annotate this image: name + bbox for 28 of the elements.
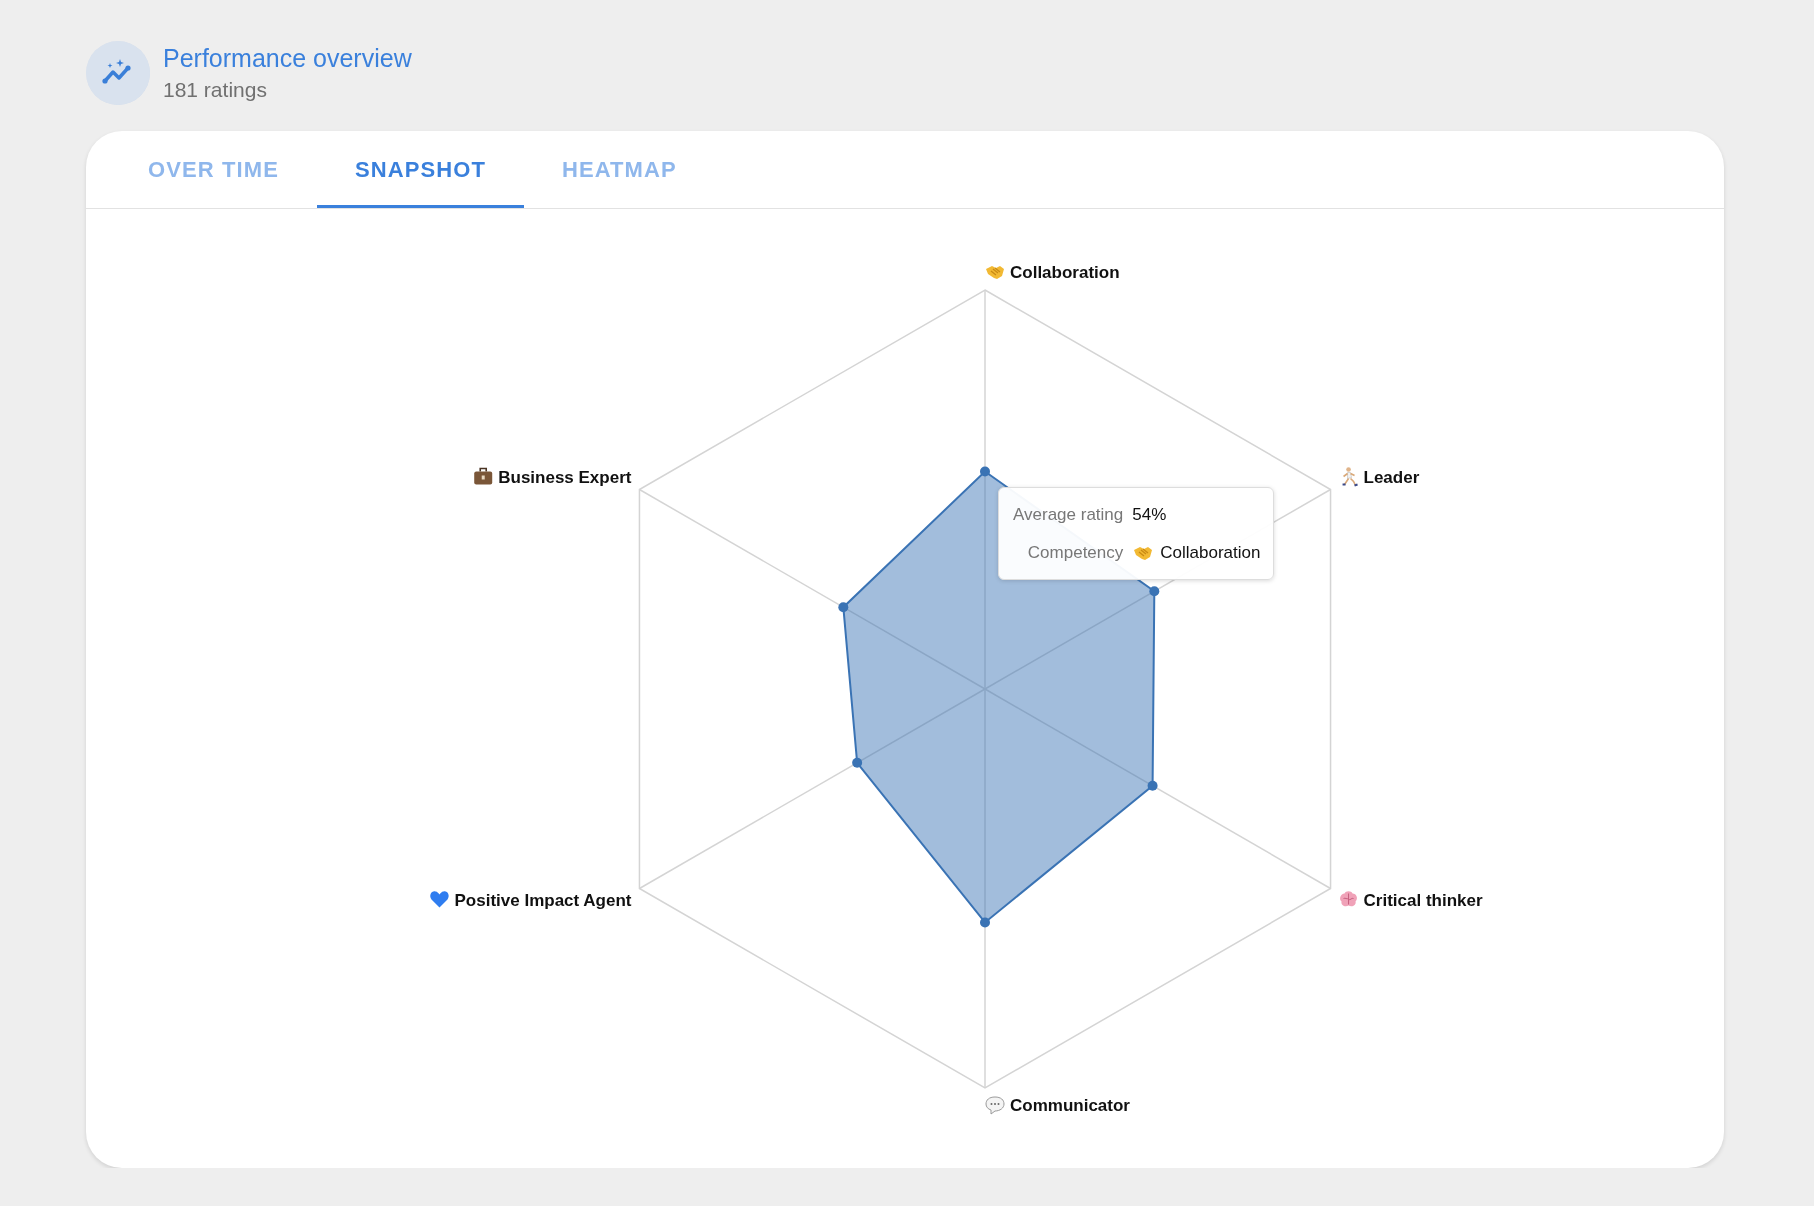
data-point <box>1149 586 1160 597</box>
axis-label: Positive Impact Agent <box>454 890 632 910</box>
tooltip-value: Collaboration <box>1160 542 1261 564</box>
axis-label: Critical thinker <box>1363 890 1483 910</box>
axis-label: Business Expert <box>498 467 632 487</box>
data-point <box>838 602 849 613</box>
speech-bubble-icon <box>985 1096 1005 1115</box>
axis-label: Leader <box>1363 467 1420 487</box>
data-point <box>852 757 863 768</box>
axis-label: Collaboration <box>1010 263 1120 282</box>
brain-icon <box>1340 891 1357 907</box>
data-point <box>980 466 990 477</box>
tooltip-label: Competency <box>1026 542 1124 564</box>
tooltip-value: 54% <box>1132 504 1167 526</box>
handshake-icon <box>986 266 1004 279</box>
data-point <box>980 917 990 928</box>
ratings-count: 181 ratings <box>163 76 268 103</box>
briefcase-icon <box>474 467 493 485</box>
runner-icon <box>1341 467 1359 487</box>
data-point <box>1147 780 1158 791</box>
heart-icon <box>430 891 449 908</box>
tab[interactable]: HEATMAP <box>523 131 715 208</box>
tab[interactable]: SNAPSHOT <box>316 131 524 208</box>
page-title: Performance overview <box>163 42 412 73</box>
tooltip-label: Average rating <box>1013 504 1124 526</box>
tab[interactable]: OVER TIME <box>110 131 317 208</box>
axis-label: Communicator <box>1010 1096 1130 1115</box>
handshake-icon <box>1134 547 1153 560</box>
